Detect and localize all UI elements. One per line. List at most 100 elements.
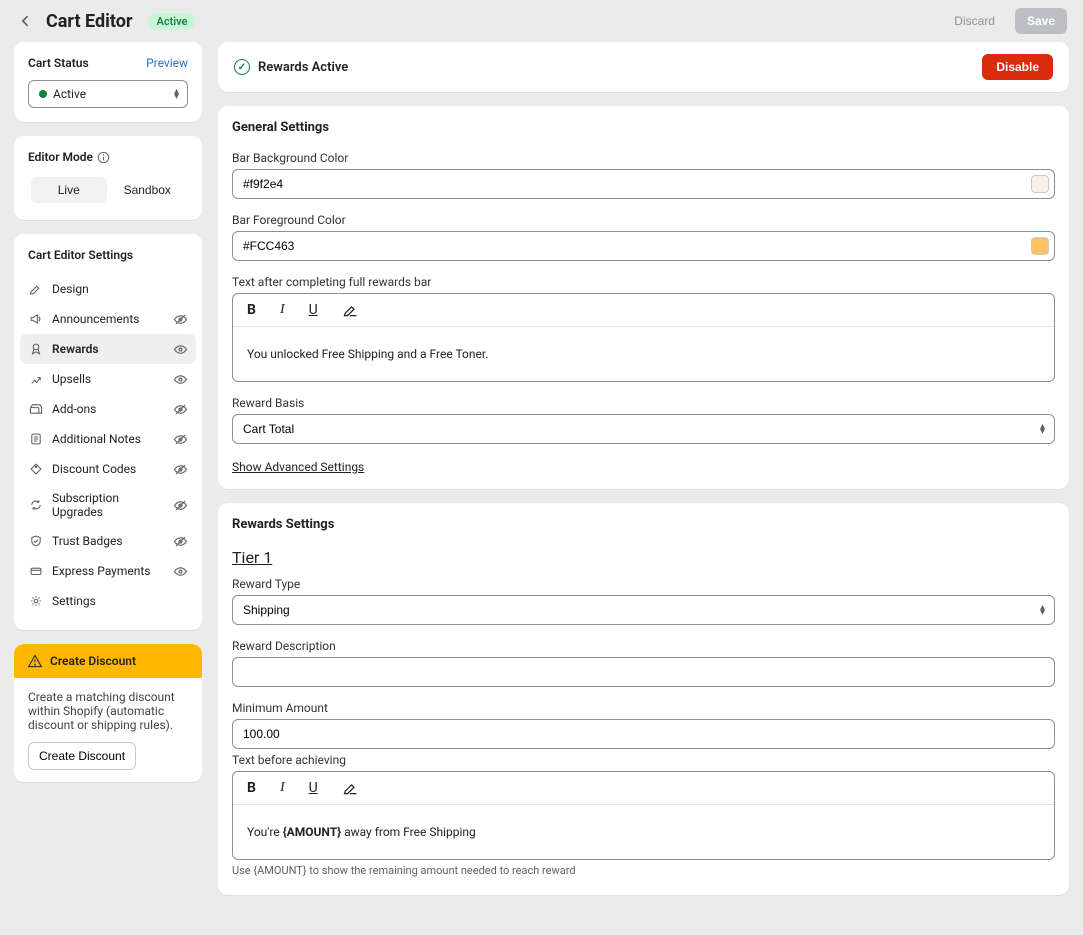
sidebar-item-settings[interactable]: Settings: [20, 586, 196, 616]
min-amount-input[interactable]: [232, 719, 1055, 749]
trust-badges-icon: [28, 533, 44, 549]
sidebar-item-design[interactable]: Design: [20, 274, 196, 304]
mode-sandbox-button[interactable]: Sandbox: [110, 177, 186, 203]
editor-mode-title: Editor Mode: [28, 150, 93, 164]
visibility-icon[interactable]: [173, 312, 188, 327]
bold-icon[interactable]: B: [247, 780, 256, 796]
sidebar-item-upsells[interactable]: Upsells: [20, 364, 196, 394]
text-before-label: Text before achieving: [232, 753, 1055, 767]
sidebar-item-label: Rewards: [52, 342, 165, 356]
create-discount-card: Create Discount Create a matching discou…: [14, 644, 202, 782]
underline-icon[interactable]: U: [309, 780, 318, 796]
back-icon[interactable]: [16, 11, 36, 31]
bar-fg-label: Bar Foreground Color: [232, 213, 1055, 227]
check-circle-icon: ✓: [234, 59, 250, 75]
warning-icon: [28, 654, 42, 668]
create-discount-body: Create a matching discount within Shopif…: [28, 690, 188, 732]
status-badge: Active: [148, 13, 195, 30]
visibility-icon[interactable]: [173, 372, 188, 387]
visibility-icon[interactable]: [173, 402, 188, 417]
reward-desc-label: Reward Description: [232, 639, 1055, 653]
min-amount-label: Minimum Amount: [232, 701, 1055, 715]
rewards-active-card: ✓ Rewards Active Disable: [218, 42, 1069, 92]
reward-basis-label: Reward Basis: [232, 396, 1055, 410]
highlight-icon[interactable]: [342, 780, 358, 796]
sidebar-item-label: Upsells: [52, 372, 165, 386]
general-settings-title: General Settings: [232, 120, 1055, 135]
cart-status-card: Cart Status Preview Active ▴▾: [14, 42, 202, 122]
text-complete-editor: B I U You unlocked Free Shipping and a F…: [232, 293, 1055, 382]
preview-link[interactable]: Preview: [146, 56, 188, 70]
disable-button[interactable]: Disable: [982, 54, 1053, 80]
visibility-icon[interactable]: [173, 462, 188, 477]
italic-icon[interactable]: I: [280, 780, 285, 796]
sidebar-item-add-ons[interactable]: Add-ons: [20, 394, 196, 424]
chevron-updown-icon: ▴▾: [1040, 605, 1045, 615]
settings-icon: [28, 593, 44, 609]
sidebar-item-label: Design: [52, 282, 188, 296]
subscription-upgrades-icon: [28, 497, 44, 513]
sidebar-item-announcements[interactable]: Announcements: [20, 304, 196, 334]
bar-bg-label: Bar Background Color: [232, 151, 1055, 165]
sidebar-item-discount-codes[interactable]: Discount Codes: [20, 454, 196, 484]
visibility-icon[interactable]: [173, 342, 188, 357]
visibility-icon[interactable]: [173, 564, 188, 579]
visibility-icon[interactable]: [173, 432, 188, 447]
tier-title: Tier 1: [232, 548, 1055, 567]
bar-bg-input[interactable]: [232, 169, 1055, 199]
sidebar-item-label: Discount Codes: [52, 462, 165, 476]
cart-status-title: Cart Status: [28, 56, 89, 70]
sidebar-item-express-payments[interactable]: Express Payments: [20, 556, 196, 586]
text-complete-body[interactable]: You unlocked Free Shipping and a Free To…: [233, 327, 1054, 381]
sidebar-item-label: Express Payments: [52, 564, 165, 578]
discard-button[interactable]: Discard: [942, 8, 1007, 34]
sidebar-item-label: Subscription Upgrades: [52, 491, 165, 519]
reward-type-select[interactable]: [232, 595, 1055, 625]
bold-icon[interactable]: B: [247, 302, 256, 318]
cart-status-value: Active: [53, 87, 86, 101]
text-before-body[interactable]: You're {AMOUNT} away from Free Shipping: [233, 805, 1054, 859]
editor-mode-segmented: Live Sandbox: [28, 174, 188, 206]
color-swatch-icon[interactable]: [1031, 237, 1049, 255]
text-before-editor: B I U You're {AMOUNT} away from Free Shi…: [232, 771, 1055, 860]
status-dot-icon: [39, 90, 47, 98]
color-swatch-icon[interactable]: [1031, 175, 1049, 193]
italic-icon[interactable]: I: [280, 302, 285, 318]
sidebar-item-rewards[interactable]: Rewards: [20, 334, 196, 364]
create-discount-button[interactable]: Create Discount: [28, 742, 136, 770]
sidebar-item-additional-notes[interactable]: Additional Notes: [20, 424, 196, 454]
announcements-icon: [28, 311, 44, 327]
discount-codes-icon: [28, 461, 44, 477]
rewards-settings-title: Rewards Settings: [232, 517, 1055, 532]
settings-list-title: Cart Editor Settings: [20, 248, 196, 266]
underline-icon[interactable]: U: [309, 302, 318, 318]
show-advanced-link[interactable]: Show Advanced Settings: [232, 460, 364, 474]
add-ons-icon: [28, 401, 44, 417]
text-complete-label: Text after completing full rewards bar: [232, 275, 1055, 289]
sidebar-item-label: Trust Badges: [52, 534, 165, 548]
visibility-icon[interactable]: [173, 498, 188, 513]
chevron-updown-icon: ▴▾: [1040, 424, 1045, 434]
reward-desc-input[interactable]: [232, 657, 1055, 687]
chevron-updown-icon: ▴▾: [174, 89, 179, 99]
info-icon[interactable]: [97, 151, 110, 164]
sidebar-item-trust-badges[interactable]: Trust Badges: [20, 526, 196, 556]
text-before-hint: Use {AMOUNT} to show the remaining amoun…: [232, 864, 1055, 877]
rewards-active-label: Rewards Active: [258, 60, 348, 75]
sidebar-item-label: Additional Notes: [52, 432, 165, 446]
reward-type-label: Reward Type: [232, 577, 1055, 591]
sidebar-item-label: Settings: [52, 594, 188, 608]
reward-basis-select[interactable]: [232, 414, 1055, 444]
bar-fg-input[interactable]: [232, 231, 1055, 261]
editor-mode-card: Editor Mode Live Sandbox: [14, 136, 202, 220]
visibility-icon[interactable]: [173, 534, 188, 549]
rewards-icon: [28, 341, 44, 357]
highlight-icon[interactable]: [342, 302, 358, 318]
create-discount-title: Create Discount: [50, 654, 136, 668]
mode-live-button[interactable]: Live: [31, 177, 107, 203]
sidebar-item-label: Announcements: [52, 312, 165, 326]
cart-status-select[interactable]: Active ▴▾: [28, 80, 188, 108]
rewards-settings-card: Rewards Settings Tier 1 Reward Type ▴▾ R…: [218, 503, 1069, 895]
save-button[interactable]: Save: [1015, 8, 1067, 34]
sidebar-item-subscription-upgrades[interactable]: Subscription Upgrades: [20, 484, 196, 526]
